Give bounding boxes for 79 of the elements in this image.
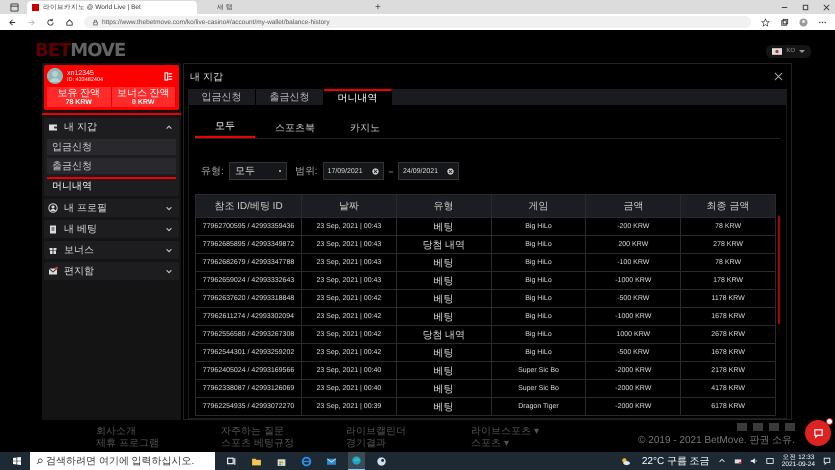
close-icon[interactable]: [774, 72, 783, 81]
column-header: 참조 ID/베팅 ID: [196, 194, 302, 218]
weather-text[interactable]: 22°C 구름 조금: [642, 454, 710, 468]
tab[interactable]: 입금신청: [188, 89, 256, 105]
taskbar-search-field[interactable]: 검색하려면 여기에 입력하십시오.: [30, 452, 215, 470]
clear-icon[interactable]: [447, 168, 454, 174]
table-cell: 베팅: [396, 344, 492, 362]
profile-icon[interactable]: [799, 18, 808, 26]
scrollbar[interactable]: [778, 216, 780, 324]
site-logo[interactable]: BETMOVE: [35, 42, 126, 60]
chevron-icon: [165, 246, 173, 254]
chevron-icon: [165, 204, 173, 212]
wallet-icon: [48, 122, 58, 132]
clipboard-icon: [48, 224, 58, 234]
person-icon: [48, 203, 58, 213]
menu-item[interactable]: 내 베팅: [44, 220, 179, 238]
edge-icon[interactable]: [348, 452, 365, 470]
tab[interactable]: 머니내역: [324, 89, 392, 105]
type-label: 유형:: [201, 165, 224, 178]
table-cell: 베팅: [396, 398, 492, 416]
table-cell: 베팅: [396, 380, 492, 398]
back-arrow-icon[interactable]: [8, 18, 17, 26]
new-tab-button[interactable]: +: [375, 2, 381, 12]
speaker-icon[interactable]: [750, 457, 758, 465]
copyright-text: © 2019 - 2021 BetMove. 판권 소유.: [638, 434, 795, 447]
flag-icon: [772, 48, 782, 54]
submenu-item[interactable]: 입금신청: [47, 139, 176, 155]
windows-start-icon[interactable]: [12, 456, 22, 466]
table-cell: 베팅: [396, 254, 492, 272]
gift-icon: [48, 245, 58, 255]
maximize-icon[interactable]: [801, 2, 810, 12]
table-cell: 베팅: [396, 290, 492, 308]
chevron-icon: [165, 225, 173, 233]
clear-icon[interactable]: [372, 168, 379, 174]
refresh-icon[interactable]: [46, 18, 55, 26]
table-cell: 베팅: [396, 308, 492, 326]
submenu-item[interactable]: 출금신청: [47, 158, 176, 174]
menu-item[interactable]: 편지함: [44, 262, 179, 280]
chat-button[interactable]: [805, 420, 831, 446]
caret-up-icon[interactable]: [718, 457, 726, 465]
filter-tab[interactable]: 카지노: [335, 118, 395, 138]
mail-icon: [48, 266, 58, 276]
chat-icon: [812, 428, 824, 438]
chevron-icon: [165, 267, 173, 275]
column-header: 최종 금액: [680, 194, 776, 218]
lock-icon: [92, 18, 99, 26]
star-icon[interactable]: [761, 18, 770, 26]
filter-tab[interactable]: 모두: [195, 116, 255, 138]
keyboard-icon[interactable]: [766, 457, 774, 465]
collections-icon[interactable]: [780, 18, 789, 26]
menu-item[interactable]: 내 프로필: [44, 199, 179, 217]
filter-tab[interactable]: 스포츠북: [265, 118, 325, 138]
balance-label: 보너스 잔액: [116, 88, 170, 99]
modal-title: 내 지갑: [190, 70, 223, 84]
table-cell: 베팅: [396, 272, 492, 290]
column-header: 게임: [491, 194, 586, 218]
avatar-icon: [47, 68, 63, 84]
submenu-item[interactable]: 머니내역: [47, 177, 176, 193]
range-separator: –: [388, 166, 394, 176]
column-header: 금액: [586, 194, 681, 218]
type-dropdown[interactable]: 모두: [228, 162, 287, 180]
close-icon[interactable]: [822, 2, 831, 12]
transfer-icon[interactable]: [164, 72, 173, 80]
balance-label: 보유 잔액: [57, 88, 100, 99]
search-icon: [36, 458, 43, 464]
chevron-icon: [165, 123, 173, 131]
column-header: 유형: [396, 194, 492, 218]
notification-dot: [826, 418, 833, 425]
home-icon[interactable]: [65, 18, 74, 26]
menu-item[interactable]: 보너스: [44, 241, 179, 259]
tab-actions-icon[interactable]: [10, 2, 19, 12]
range-label: 범위:: [294, 165, 318, 178]
notification-icon[interactable]: [823, 457, 831, 465]
table-cell: 당첨 내역: [396, 236, 492, 254]
table-cell: 당첨 내역: [396, 326, 492, 344]
table-cell: 베팅: [396, 218, 492, 236]
table-cell: 베팅: [396, 362, 492, 380]
column-header: 날짜: [302, 194, 396, 218]
network-icon[interactable]: [734, 457, 742, 465]
